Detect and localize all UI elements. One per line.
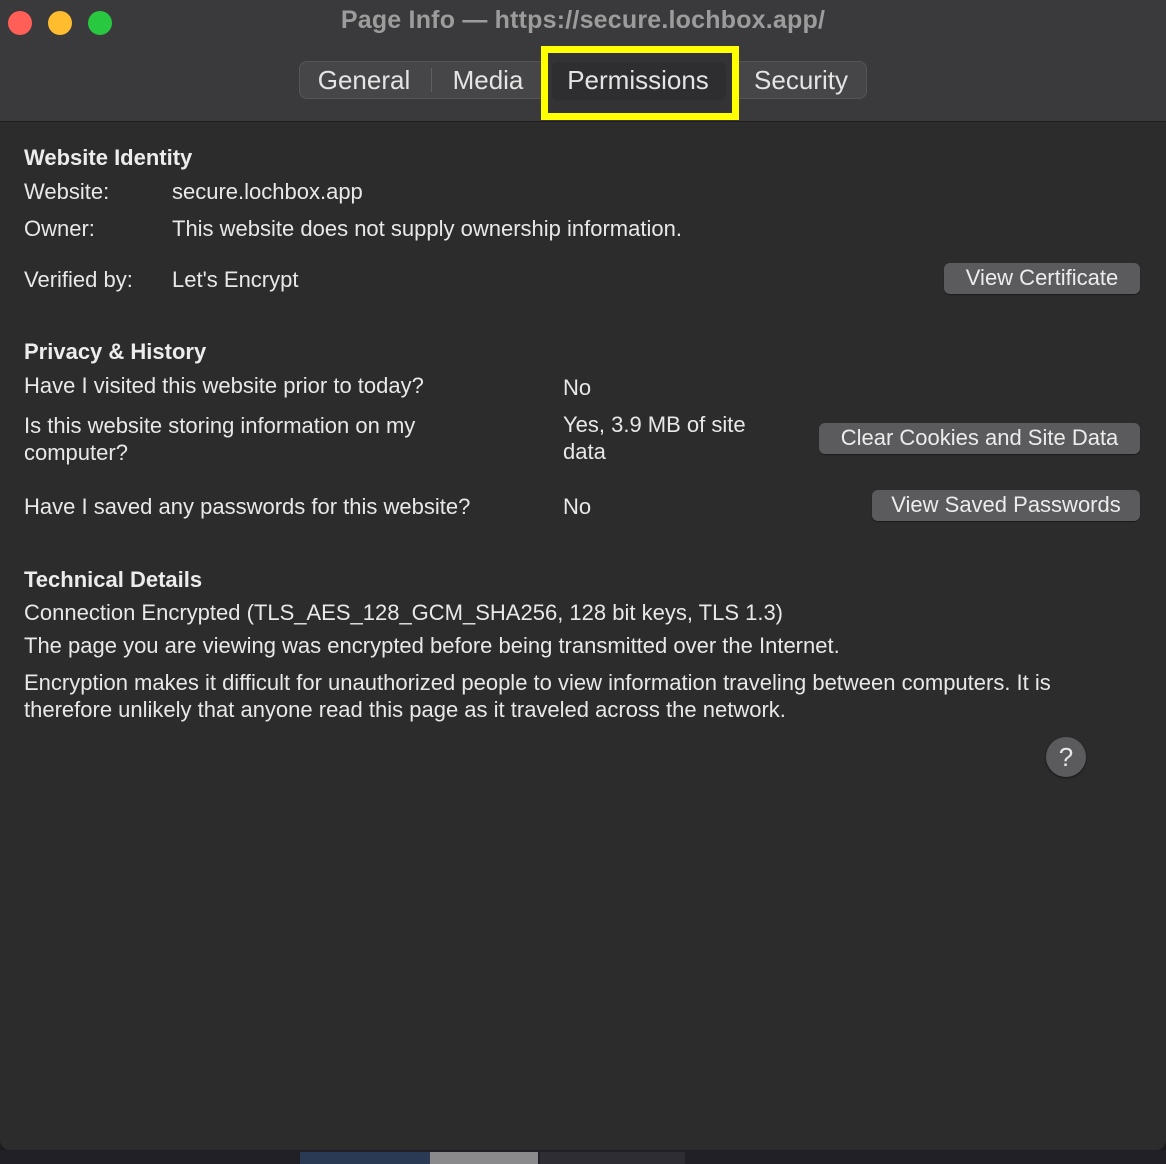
tab-separator [431,68,432,92]
website-label: Website: [24,179,110,204]
storing-answer-line1: Yes, 3.9 MB of site [563,412,746,437]
owner-label: Owner: [24,216,95,241]
connection-encrypted-text: Connection Encrypted (TLS_AES_128_GCM_SH… [24,600,784,625]
encryption-explanation-line1: Encryption makes it difficult for unauth… [24,670,1051,695]
help-button[interactable]: ? [1046,737,1086,777]
desktop-fragment [540,1152,685,1164]
view-certificate-button[interactable]: View Certificate [944,263,1140,294]
passwords-question: Have I saved any passwords for this webs… [24,494,471,519]
clear-cookies-button[interactable]: Clear Cookies and Site Data [819,423,1140,454]
passwords-answer: No [563,494,592,519]
desktop-fragment [430,1152,538,1164]
tab-media[interactable]: Media [436,61,540,99]
verified-by-value: Let's Encrypt [172,267,299,292]
window-title: Page Info — https://secure.lochbox.app/ [340,6,826,34]
privacy-history-heading: Privacy & History [24,339,207,364]
desktop-fragment [300,1152,430,1164]
website-value: secure.lochbox.app [172,179,363,204]
tab-security[interactable]: Security [738,61,864,99]
visited-question: Have I visited this website prior to tod… [24,373,424,398]
tab-general[interactable]: General [300,61,428,99]
page-info-window: Page Info — https://secure.lochbox.app/ … [0,0,1166,1150]
website-identity-heading: Website Identity [24,145,193,170]
encrypted-description: The page you are viewing was encrypted b… [24,633,840,658]
storing-question-line1: Is this website storing information on m… [24,413,416,438]
encryption-explanation-line2: therefore unlikely that anyone read this… [24,697,786,722]
storing-question-line2: computer? [24,440,128,465]
verified-by-label: Verified by: [24,267,133,292]
view-saved-passwords-button[interactable]: View Saved Passwords [872,490,1140,521]
tab-permissions[interactable]: Permissions [554,61,722,99]
storing-answer-line2: data [563,439,606,464]
visited-answer: No [563,375,592,400]
owner-value: This website does not supply ownership i… [172,216,682,241]
technical-details-heading: Technical Details [24,567,203,592]
